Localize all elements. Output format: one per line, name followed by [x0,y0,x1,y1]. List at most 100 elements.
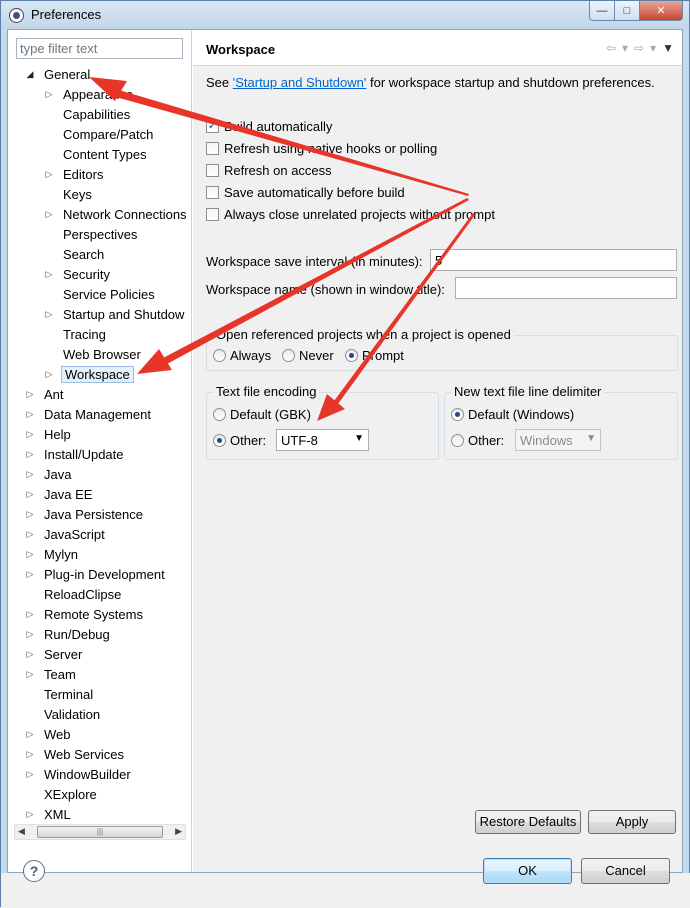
tree-item[interactable]: ▷ Run/Debug [24,624,112,644]
radio-never[interactable]: Never [282,348,334,363]
tree-item[interactable]: Web Browser [43,344,143,364]
expand-toggle-icon[interactable]: ▷ [24,509,36,520]
save-interval-field[interactable]: 5 [430,249,677,271]
scroll-right-icon[interactable]: ▶ [175,826,182,837]
tree-item[interactable]: ▷ Appearance [43,84,135,104]
expand-toggle-icon[interactable]: ▷ [24,389,36,400]
back-icon[interactable]: ⇦ [606,41,616,55]
tree-item[interactable]: Terminal [24,684,95,704]
tree-item[interactable]: ▷ Java [24,464,73,484]
expand-toggle-icon[interactable]: ▷ [24,489,36,500]
expand-toggle-icon[interactable]: ▷ [24,609,36,620]
minimize-button[interactable]: — [589,1,615,21]
encoding-combo[interactable]: UTF-8 ▼ [276,429,369,451]
tree-item[interactable]: ▷ Workspace [43,364,134,384]
tree-item[interactable]: ▷ JavaScript [24,524,107,544]
chevron-down-icon[interactable]: ▼ [354,433,364,444]
checkbox[interactable] [206,141,219,155]
delimiter-other-indicator[interactable] [451,434,464,447]
delimiter-default-radio[interactable]: Default (Windows) [451,407,574,422]
tree-item[interactable]: ▷ Install/Update [24,444,126,464]
checkbox-option[interactable]: Always close unrelated projects without … [206,205,495,223]
chevron-down-icon[interactable]: ▼ [586,433,596,444]
tree-item[interactable]: ▷ Web Services [24,744,126,764]
restore-defaults-button[interactable]: Restore Defaults [475,810,581,834]
expand-toggle-icon[interactable]: ▷ [24,529,36,540]
tree-item[interactable]: ▷ Mylyn [24,544,80,564]
tree-item[interactable]: Capabilities [43,104,132,124]
maximize-button[interactable]: □ [615,1,640,21]
tree-horizontal-scrollbar[interactable]: ◀ ||| ▶ [14,824,186,840]
checkbox[interactable] [206,207,219,221]
tree-item[interactable]: Search [43,244,106,264]
delimiter-default-indicator[interactable] [451,408,464,421]
expand-toggle-icon[interactable]: ▷ [24,469,36,480]
tree-item[interactable]: ▷ Web [24,724,73,744]
radio-prompt[interactable]: Prompt [345,348,404,363]
delimiter-other-radio[interactable]: Other: [451,433,504,448]
startup-shutdown-link[interactable]: 'Startup and Shutdown' [233,75,367,90]
encoding-default-indicator[interactable] [213,408,226,421]
checkbox[interactable] [206,163,219,177]
tree-item[interactable]: Compare/Patch [43,124,155,144]
tree-item[interactable]: ◢ General [24,64,92,84]
workspace-name-field[interactable] [455,277,677,299]
tree-item[interactable]: ▷ Data Management [24,404,153,424]
tree-item[interactable]: ReloadClipse [24,584,123,604]
checkbox-option[interactable]: Refresh using native hooks or polling [206,139,437,157]
expand-toggle-icon[interactable]: ▷ [24,449,36,460]
radio-always-indicator[interactable] [213,349,226,362]
expand-toggle-icon[interactable]: ▷ [24,769,36,780]
tree-item[interactable]: Content Types [43,144,149,164]
encoding-default-radio[interactable]: Default (GBK) [213,407,311,422]
tree-item[interactable]: ▷ XML [24,804,73,824]
tree-item[interactable]: Validation [24,704,102,724]
encoding-other-indicator[interactable] [213,434,226,447]
checkbox[interactable] [206,185,219,199]
tree-item[interactable]: ▷ Network Connections [43,204,189,224]
tree-item[interactable]: Service Policies [43,284,157,304]
tree-item[interactable]: ▷ Remote Systems [24,604,145,624]
expand-toggle-icon[interactable]: ▷ [24,409,36,420]
expand-toggle-icon[interactable]: ▷ [43,369,55,380]
tree-item[interactable]: ▷ Security [43,264,112,284]
radio-never-indicator[interactable] [282,349,295,362]
tree-item[interactable]: Tracing [43,324,108,344]
tree-item[interactable]: ▷ WindowBuilder [24,764,133,784]
tree-item[interactable]: ▷ Team [24,664,78,684]
expand-toggle-icon[interactable]: ▷ [43,309,55,320]
tree-item[interactable]: ▷ Java EE [24,484,94,504]
expand-toggle-icon[interactable]: ▷ [24,669,36,680]
forward-icon[interactable]: ⇨ [634,41,644,55]
checkbox[interactable]: ✓ [206,119,219,133]
scroll-thumb[interactable]: ||| [37,826,163,838]
checkbox-option[interactable]: Save automatically before build [206,183,405,201]
delimiter-combo[interactable]: Windows ▼ [515,429,601,451]
expand-toggle-icon[interactable]: ▷ [24,629,36,640]
encoding-other-radio[interactable]: Other: [213,433,266,448]
tree-item[interactable]: ▷ Server [24,644,84,664]
tree-item[interactable]: ▷ Help [24,424,73,444]
expand-toggle-icon[interactable]: ▷ [43,169,55,180]
expand-toggle-icon[interactable]: ▷ [24,809,36,820]
close-button[interactable]: ✕ [640,1,683,21]
tree-item[interactable]: XExplore [24,784,99,804]
checkbox-option[interactable]: Refresh on access [206,161,332,179]
help-icon[interactable]: ? [23,860,45,882]
expand-toggle-icon[interactable]: ▷ [43,209,55,220]
ok-button[interactable]: OK [483,858,572,884]
tree-item[interactable]: Perspectives [43,224,139,244]
expand-toggle-icon[interactable]: ▷ [24,749,36,760]
checkbox-option[interactable]: ✓ Build automatically [206,117,332,135]
view-menu-icon[interactable]: ▼ [662,41,674,55]
tree-item[interactable]: Keys [43,184,94,204]
expand-toggle-icon[interactable]: ▷ [43,89,55,100]
radio-always[interactable]: Always [213,348,271,363]
radio-prompt-indicator[interactable] [345,349,358,362]
tree-item[interactable]: ▷ Ant [24,384,66,404]
filter-input[interactable] [16,38,183,59]
back-menu-icon[interactable]: ▾ [622,41,628,55]
apply-button[interactable]: Apply [588,810,676,834]
expand-toggle-icon[interactable]: ▷ [24,549,36,560]
expand-toggle-icon[interactable]: ▷ [24,729,36,740]
